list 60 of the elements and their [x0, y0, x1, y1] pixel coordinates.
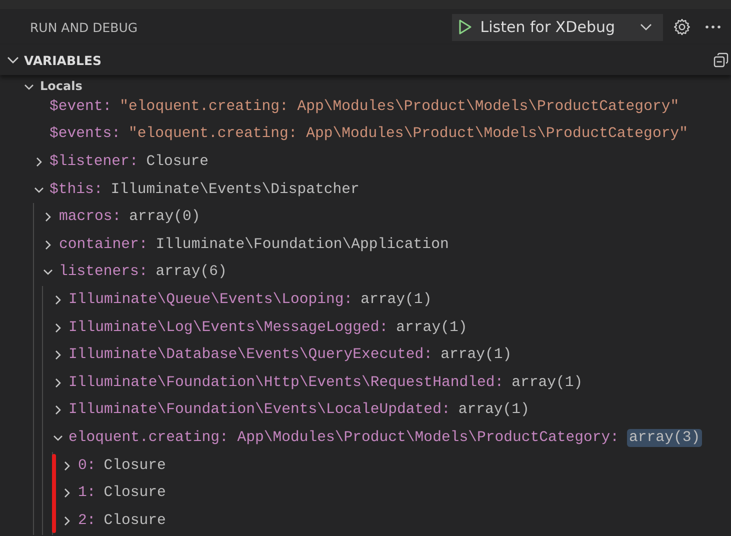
launch-config-name: Listen for XDebug: [480, 18, 615, 36]
variable-name: 0:: [78, 458, 96, 474]
caret-icon[interactable]: [639, 22, 653, 32]
settings-icon[interactable]: [673, 18, 691, 36]
variable-value: Closure: [146, 154, 208, 170]
variable-name: Illuminate\Foundation\Http\Events\RequestHandled:: [68, 374, 504, 391]
variable-name: eloquent.creating: App\Modules\Product\Models\ProductCategory:: [68, 430, 620, 446]
variable-name: Illuminate\Log\Events\MessageLogged:: [68, 320, 388, 336]
variable-name: container:: [59, 236, 148, 253]
variable-row[interactable]: $event: "eloquent.creating: App\Modules\Product\Models\ProductCategory": [0, 93, 731, 121]
collapse-all-icon[interactable]: [713, 52, 729, 68]
variable-value: array(1): [512, 374, 583, 391]
variable-value: "eloquent.creating: App\Modules\Product\Models\ProductCategory": [128, 126, 688, 142]
variable-value: array(0): [129, 209, 200, 226]
variable-row[interactable]: eloquent.creating: App\Modules\Product\Models\ProductCategory: array(3): [0, 424, 731, 452]
panel-title: RUN AND DEBUG: [30, 20, 139, 34]
variable-value: "eloquent.creating: App\Modules\Product\Models\ProductCategory": [120, 98, 680, 115]
variable-name: listeners:: [59, 264, 148, 280]
variable-row[interactable]: $events: "eloquent.creating: App\Modules\Product\Models\ProductCategory": [0, 120, 731, 148]
variable-value: array(1): [396, 320, 468, 336]
variable-row[interactable]: Illuminate\Queue\Events\Looping: array(1): [0, 286, 731, 314]
variable-value: Closure: [104, 512, 166, 529]
variable-name: Illuminate\Foundation\Events\LocaleUpdated:: [68, 402, 450, 418]
variable-row[interactable]: listeners: array(6): [0, 258, 731, 286]
variable-name: $listener:: [50, 154, 138, 170]
variable-row[interactable]: $listener: Closure: [0, 148, 731, 176]
variable-row[interactable]: $this: Illuminate\Events\Dispatcher: [0, 176, 731, 204]
variable-row[interactable]: container: Illuminate\Foundation\Application: [0, 230, 731, 259]
variable-value: Closure: [104, 485, 166, 502]
variable-value: Illuminate\Events\Dispatcher: [110, 182, 360, 198]
variable-row[interactable]: macros: array(0): [0, 203, 731, 231]
variable-row[interactable]: Illuminate\Log\Events\MessageLogged: array(1): [0, 314, 731, 342]
variable-row[interactable]: Illuminate\Foundation\Http\Events\RequestHandled: array(1): [0, 368, 731, 397]
variable-name: macros:: [59, 209, 122, 226]
variable-name: Locals: [40, 79, 82, 93]
variable-name: 1:: [78, 485, 96, 502]
variable-name: Illuminate\Queue\Events\Looping:: [68, 292, 353, 308]
variable-name: $events:: [50, 126, 121, 142]
variable-row[interactable]: 2: Closure: [0, 506, 731, 534]
variable-value: array(1): [458, 402, 530, 418]
variable-name: Illuminate\Database\Events\QueryExecuted:: [68, 347, 433, 364]
variable-value: array(6): [156, 264, 227, 280]
variable-value: Closure: [104, 458, 166, 474]
variables-section-header[interactable]: VARIABLES: [0, 45, 731, 75]
variable-row[interactable]: Illuminate\Foundation\Events\LocaleUpdated: array(1): [0, 396, 731, 424]
variable-value: array(3): [627, 428, 702, 447]
variable-row[interactable]: Locals: [0, 75, 731, 93]
more-actions-icon[interactable]: [705, 25, 721, 29]
variable-name: $this:: [50, 182, 103, 198]
variable-row[interactable]: Illuminate\Database\Events\QueryExecuted: array(1): [0, 341, 731, 369]
variable-row[interactable]: 0: Closure: [0, 452, 731, 480]
variable-value: Illuminate\Foundation\Application: [156, 236, 449, 253]
variable-row[interactable]: 1: Closure: [0, 479, 731, 507]
play-icon[interactable]: [458, 19, 472, 35]
variable-name: $event:: [50, 98, 112, 115]
variable-value: array(1): [440, 347, 512, 364]
section-title: VARIABLES: [24, 52, 102, 68]
variable-value: array(1): [360, 292, 432, 308]
launch-config-dropdown[interactable]: Listen for XDebug: [452, 14, 663, 40]
variable-name: 2:: [78, 512, 96, 529]
